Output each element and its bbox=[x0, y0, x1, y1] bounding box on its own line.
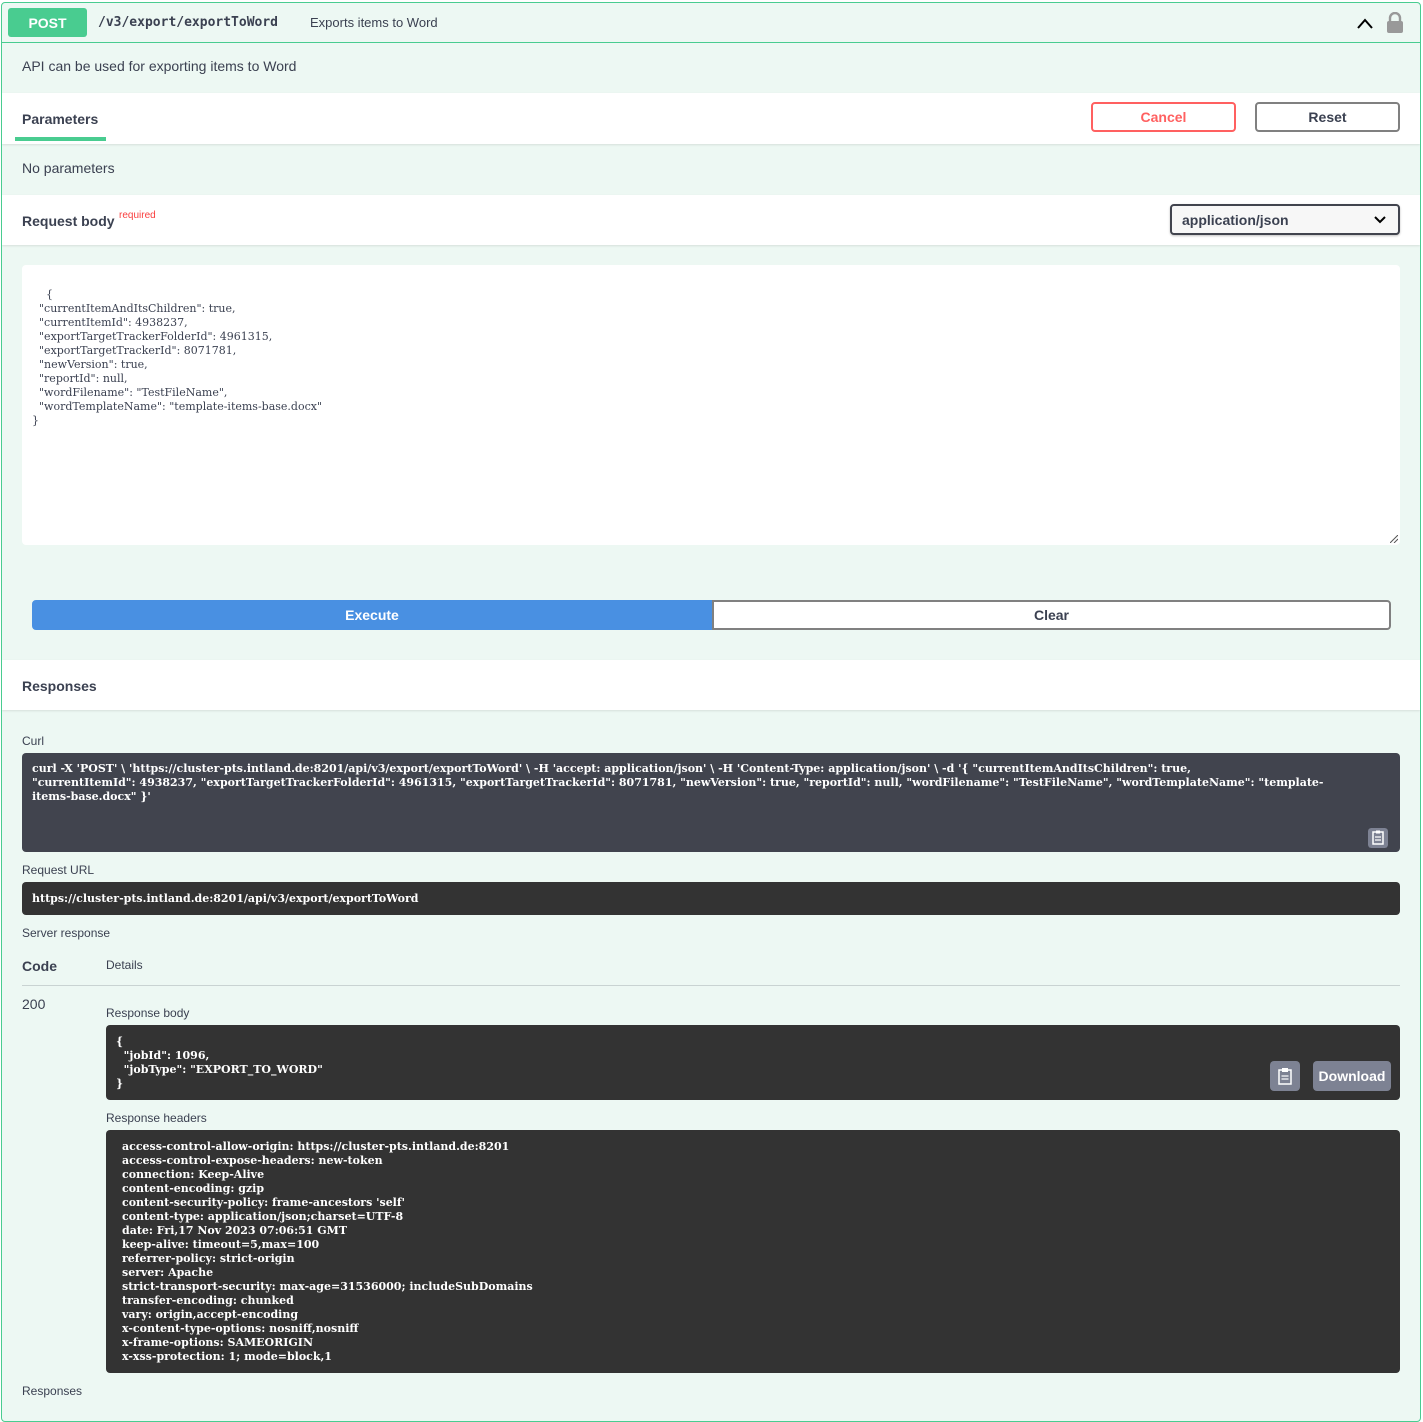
content-type-value: application/json bbox=[1182, 211, 1289, 228]
parameters-header: Parameters Cancel Reset bbox=[2, 93, 1420, 144]
responses-heading: Responses bbox=[22, 678, 97, 694]
curl-block: curl -X 'POST' \ 'https://cluster-pts.in… bbox=[22, 753, 1400, 852]
endpoint-summary: Exports items to Word bbox=[310, 15, 438, 30]
curl-label: Curl bbox=[22, 734, 45, 748]
content-type-select[interactable]: application/json bbox=[1170, 204, 1400, 235]
request-url-label: Request URL bbox=[22, 863, 95, 877]
tab-parameters[interactable]: Parameters bbox=[22, 111, 98, 127]
copy-response-button[interactable] bbox=[1270, 1061, 1300, 1091]
request-url-value: https://cluster-pts.intland.de:8201/api/… bbox=[32, 892, 419, 905]
response-table-header: Code Details bbox=[22, 950, 1400, 986]
request-body-label: Request body bbox=[22, 213, 115, 229]
tab-active-indicator bbox=[15, 137, 106, 141]
cancel-button[interactable]: Cancel bbox=[1091, 102, 1236, 132]
request-body-editor[interactable]: { "currentItemAndItsChildren": true, "cu… bbox=[22, 265, 1400, 545]
copy-curl-icon[interactable] bbox=[1368, 828, 1388, 848]
operation-summary[interactable]: POST /v3/export/exportToWord Exports ite… bbox=[2, 3, 1420, 43]
response-body-label: Response body bbox=[106, 1006, 190, 1020]
execute-button[interactable]: Execute bbox=[32, 600, 712, 630]
column-header-code: Code bbox=[22, 958, 57, 974]
response-headers-text: access-control-allow-origin: https://clu… bbox=[122, 1140, 533, 1363]
response-status-code: 200 bbox=[22, 996, 46, 1012]
download-button[interactable]: Download bbox=[1313, 1061, 1391, 1091]
lock-icon[interactable] bbox=[1386, 12, 1404, 34]
response-body-block: { "jobId": 1096, "jobType": "EXPORT_TO_W… bbox=[106, 1025, 1400, 1100]
http-method-badge: POST bbox=[8, 8, 87, 37]
responses-header: Responses bbox=[2, 660, 1420, 710]
endpoint-path: /v3/export/exportToWord bbox=[98, 15, 279, 30]
request-body-text: { "currentItemAndItsChildren": true, "cu… bbox=[32, 288, 323, 427]
clipboard-icon bbox=[1278, 1068, 1292, 1085]
operation-block: POST /v3/export/exportToWord Exports ite… bbox=[1, 2, 1421, 1422]
no-parameters-text: No parameters bbox=[22, 160, 115, 176]
request-body-header: Request body required application/json bbox=[2, 195, 1420, 245]
server-response-label: Server response bbox=[22, 926, 111, 940]
chevron-down-icon bbox=[1374, 216, 1386, 224]
reset-button[interactable]: Reset bbox=[1255, 102, 1400, 132]
chevron-up-icon[interactable] bbox=[1354, 13, 1376, 35]
response-headers-block: access-control-allow-origin: https://clu… bbox=[106, 1130, 1400, 1373]
request-url-block: https://cluster-pts.intland.de:8201/api/… bbox=[22, 882, 1400, 915]
responses-footer-label: Responses bbox=[22, 1384, 83, 1398]
clear-button[interactable]: Clear bbox=[712, 600, 1391, 630]
column-header-details: Details bbox=[106, 958, 143, 972]
response-headers-label: Response headers bbox=[106, 1111, 207, 1125]
curl-command: curl -X 'POST' \ 'https://cluster-pts.in… bbox=[32, 762, 1324, 803]
resize-handle-icon[interactable] bbox=[1390, 535, 1398, 543]
operation-description: API can be used for exporting items to W… bbox=[22, 58, 297, 74]
response-body-text: { "jobId": 1096, "jobType": "EXPORT_TO_W… bbox=[116, 1035, 323, 1090]
required-flag: required bbox=[119, 210, 156, 221]
